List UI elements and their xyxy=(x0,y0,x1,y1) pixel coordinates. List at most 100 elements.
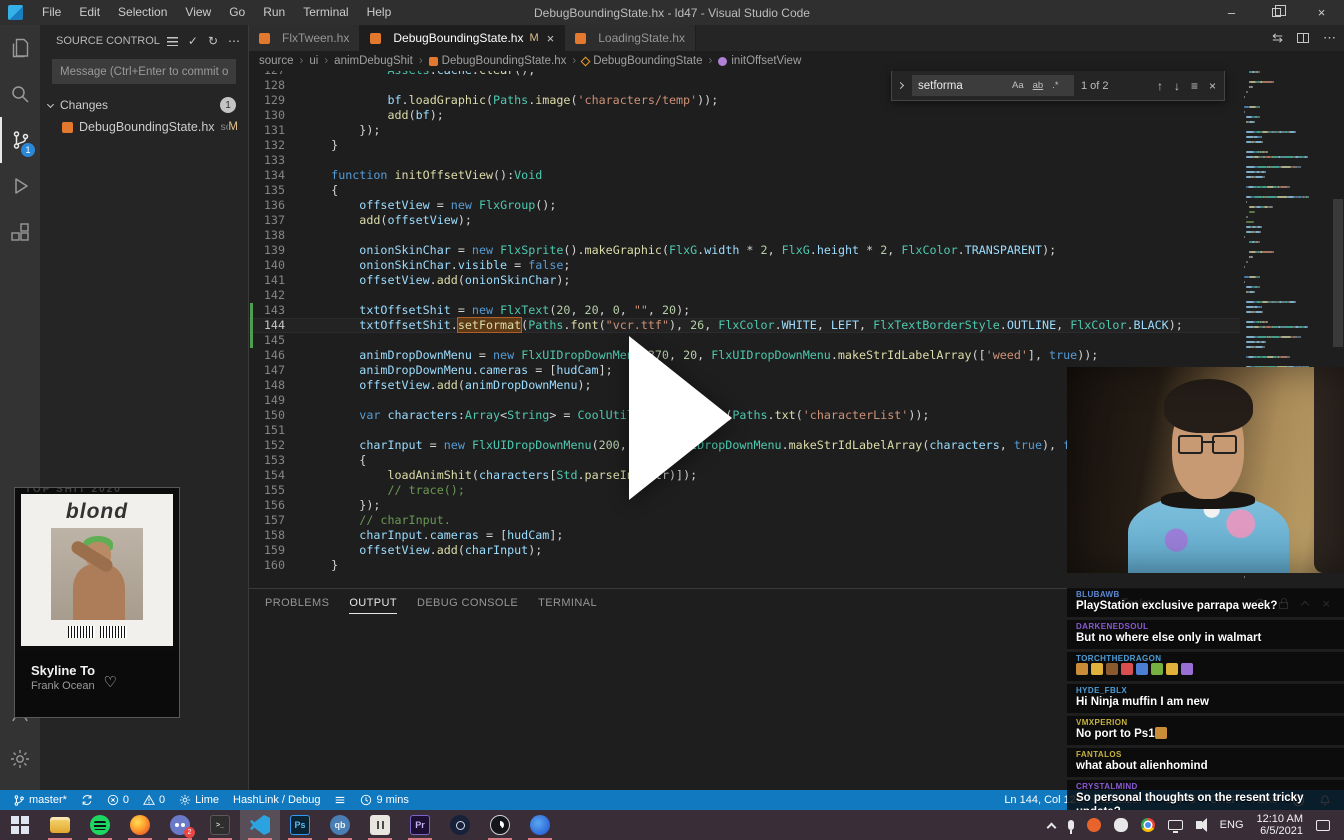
menu-file[interactable]: File xyxy=(33,0,70,25)
status-build-target[interactable]: HashLink / Debug xyxy=(228,790,325,810)
code-line[interactable]: 141 offsetView.add(onionSkinChar); xyxy=(249,273,1240,288)
activity-run-debug-icon[interactable] xyxy=(0,163,40,209)
tab-DebugBoundingState.hx[interactable]: DebugBoundingState.hx M × xyxy=(360,25,566,51)
code-line[interactable]: 134 function initOffsetView():Void xyxy=(249,168,1240,183)
status-problems-errors[interactable]: 0 xyxy=(102,790,134,810)
video-play-button[interactable] xyxy=(629,336,732,500)
code-line[interactable]: 131 }); xyxy=(249,123,1240,138)
activity-source-control-icon[interactable]: 1 xyxy=(0,117,40,163)
previous-match-icon[interactable]: ↑ xyxy=(1157,79,1163,93)
taskbar-aseprite-icon[interactable] xyxy=(360,810,400,840)
code-line[interactable]: 138 xyxy=(249,228,1240,243)
regex-toggle[interactable]: .* xyxy=(1050,79,1060,92)
changed-file-row[interactable]: DebugBoundingState.hxsourc...M xyxy=(40,116,248,138)
status-lime[interactable]: Lime xyxy=(174,790,224,810)
taskbar-steam-icon[interactable] xyxy=(440,810,480,840)
tab-FlxTween.hx[interactable]: FlxTween.hx xyxy=(249,25,361,51)
breadcrumb-DebugBoundingState.hx[interactable]: DebugBoundingState.hx xyxy=(442,55,567,67)
changes-header[interactable]: Changes 1 xyxy=(40,94,248,116)
scrollbar-thumb[interactable] xyxy=(1333,199,1343,347)
commit-message-input[interactable] xyxy=(52,59,236,84)
code-line[interactable]: 135 { xyxy=(249,183,1240,198)
breadcrumb-DebugBoundingState[interactable]: DebugBoundingState xyxy=(593,55,702,67)
chevron-up-icon[interactable] xyxy=(1046,822,1057,832)
taskbar-explorer-icon[interactable] xyxy=(40,810,80,840)
code-line[interactable]: 136 offsetView = new FlxGroup(); xyxy=(249,198,1240,213)
microphone-icon[interactable] xyxy=(1067,820,1074,834)
status-problems-warnings[interactable]: 0 xyxy=(138,790,170,810)
panel-tab-terminal[interactable]: TERMINAL xyxy=(538,597,597,614)
taskbar-qb-icon[interactable]: qb xyxy=(320,810,360,840)
breadcrumb-initOffsetView[interactable]: initOffsetView xyxy=(731,55,801,67)
toggle-replace-icon[interactable] xyxy=(896,81,905,90)
more-icon[interactable]: ⋯ xyxy=(1323,30,1336,46)
whole-word-toggle[interactable]: ab xyxy=(1031,79,1046,92)
code-line[interactable]: 145 xyxy=(249,333,1240,348)
discord-icon[interactable] xyxy=(1113,818,1128,832)
breadcrumb-animDebugShit[interactable]: animDebugShit xyxy=(334,55,413,67)
code-line[interactable]: 137 add(offsetView); xyxy=(249,213,1240,228)
status-branch[interactable]: master* xyxy=(8,790,72,810)
code-line[interactable]: 146 animDropDownMenu = new FlxUIDropDown… xyxy=(249,348,1240,363)
menu-run[interactable]: Run xyxy=(254,0,294,25)
breadcrumb-source[interactable]: source xyxy=(259,55,294,67)
more-actions-icon[interactable]: ⋯ xyxy=(228,34,240,48)
clock[interactable]: 12:10 AM 6/5/2021 xyxy=(1257,813,1303,837)
minimize-button[interactable]: – xyxy=(1209,0,1254,25)
epic-pen-icon[interactable] xyxy=(1086,818,1101,832)
code-line[interactable]: 139 onionSkinChar = new FlxSprite().make… xyxy=(249,243,1240,258)
taskbar-photoshop-icon[interactable]: Ps xyxy=(280,810,320,840)
action-center-icon[interactable] xyxy=(1316,819,1330,831)
menu-help[interactable]: Help xyxy=(358,0,401,25)
code-line[interactable]: 142 xyxy=(249,288,1240,303)
code-line[interactable]: 144 txtOffsetShit.setFormat(Paths.font("… xyxy=(249,318,1240,333)
panel-tab-output[interactable]: OUTPUT xyxy=(349,597,397,614)
panel-tab-problems[interactable]: PROBLEMS xyxy=(265,597,329,614)
find-in-selection-icon[interactable]: ≡ xyxy=(1191,79,1198,93)
taskbar-vscode-icon[interactable] xyxy=(240,810,280,840)
restore-button[interactable] xyxy=(1254,0,1299,25)
volume-icon[interactable] xyxy=(1195,818,1207,832)
status-tasks[interactable] xyxy=(329,790,351,810)
menu-view[interactable]: View xyxy=(176,0,220,25)
compare-changes-icon[interactable]: ⇆ xyxy=(1272,30,1283,46)
taskbar-start-icon[interactable] xyxy=(0,810,40,840)
panel-tab-debug-console[interactable]: DEBUG CONSOLE xyxy=(417,597,518,614)
language-indicator[interactable]: ENG xyxy=(1220,819,1244,831)
taskbar-premiere-icon[interactable]: Pr xyxy=(400,810,440,840)
match-case-toggle[interactable]: Aa xyxy=(1010,79,1026,92)
split-editor-icon[interactable] xyxy=(1297,33,1309,43)
taskbar-terminal-icon[interactable]: >_ xyxy=(200,810,240,840)
next-match-icon[interactable]: ↓ xyxy=(1174,79,1180,93)
code-line[interactable]: 132 } xyxy=(249,138,1240,153)
close-tab-icon[interactable]: × xyxy=(547,31,555,46)
activity-search-icon[interactable] xyxy=(0,71,40,117)
taskbar-firefox-icon[interactable] xyxy=(120,810,160,840)
code-line[interactable]: 133 xyxy=(249,153,1240,168)
taskbar-discord-icon[interactable]: 2 xyxy=(160,810,200,840)
activity-extensions-icon[interactable] xyxy=(0,209,40,255)
code-line[interactable]: 130 add(bf); xyxy=(249,108,1240,123)
menu-terminal[interactable]: Terminal xyxy=(294,0,357,25)
close-button[interactable]: × xyxy=(1299,0,1344,25)
code-line[interactable]: 143 txtOffsetShit = new FlxText(20, 20, … xyxy=(249,303,1240,318)
menu-go[interactable]: Go xyxy=(220,0,254,25)
display-icon[interactable] xyxy=(1167,820,1183,833)
code-line[interactable]: 140 onionSkinChar.visible = false; xyxy=(249,258,1240,273)
menu-edit[interactable]: Edit xyxy=(70,0,109,25)
tab-LoadingState.hx[interactable]: LoadingState.hx xyxy=(565,25,696,51)
view-list-icon[interactable] xyxy=(166,36,178,46)
taskbar-game-icon[interactable] xyxy=(520,810,560,840)
status-timer[interactable]: 9 mins xyxy=(355,790,413,810)
settings-icon[interactable] xyxy=(0,736,40,782)
find-input[interactable] xyxy=(918,79,1010,92)
like-heart-icon[interactable]: ♡ xyxy=(104,673,117,691)
close-find-icon[interactable]: × xyxy=(1209,79,1216,93)
taskbar-spotify-icon[interactable] xyxy=(80,810,120,840)
chrome-icon[interactable] xyxy=(1140,818,1155,832)
menu-selection[interactable]: Selection xyxy=(109,0,176,25)
taskbar-obs-icon[interactable] xyxy=(480,810,520,840)
commit-icon[interactable]: ✓ xyxy=(188,34,198,48)
status-sync[interactable] xyxy=(76,790,98,810)
breadcrumb-ui[interactable]: ui xyxy=(309,55,318,67)
